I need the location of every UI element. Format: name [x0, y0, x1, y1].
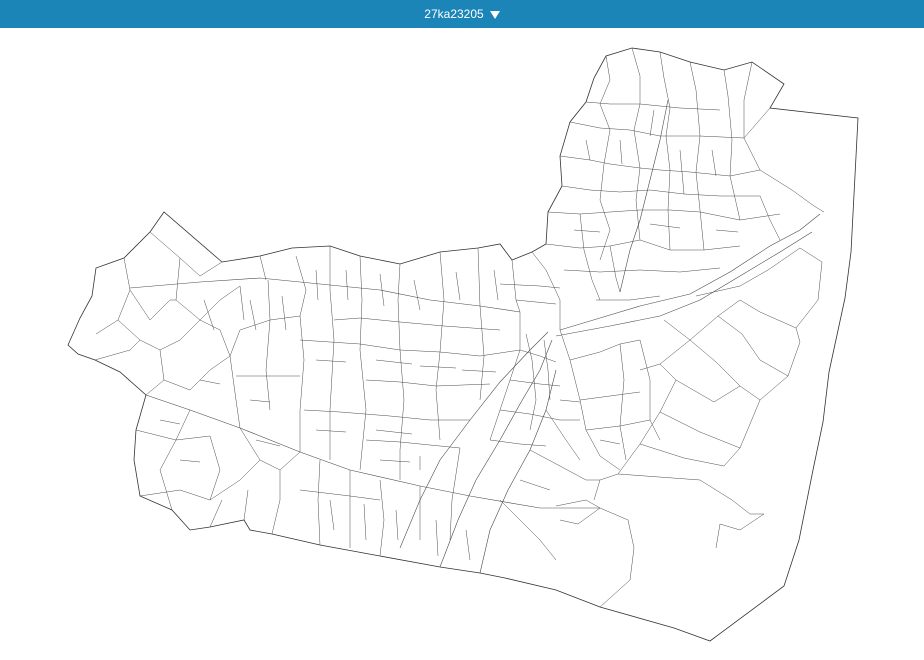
map-outline	[67, 47, 859, 642]
boundary-map[interactable]	[0, 28, 924, 660]
region-selector[interactable]: 27ka23205	[424, 7, 500, 21]
region-title: 27ka23205	[424, 7, 484, 21]
caret-down-icon	[489, 10, 500, 19]
header-bar: 27ka23205	[0, 0, 924, 28]
map-container[interactable]	[0, 28, 924, 660]
